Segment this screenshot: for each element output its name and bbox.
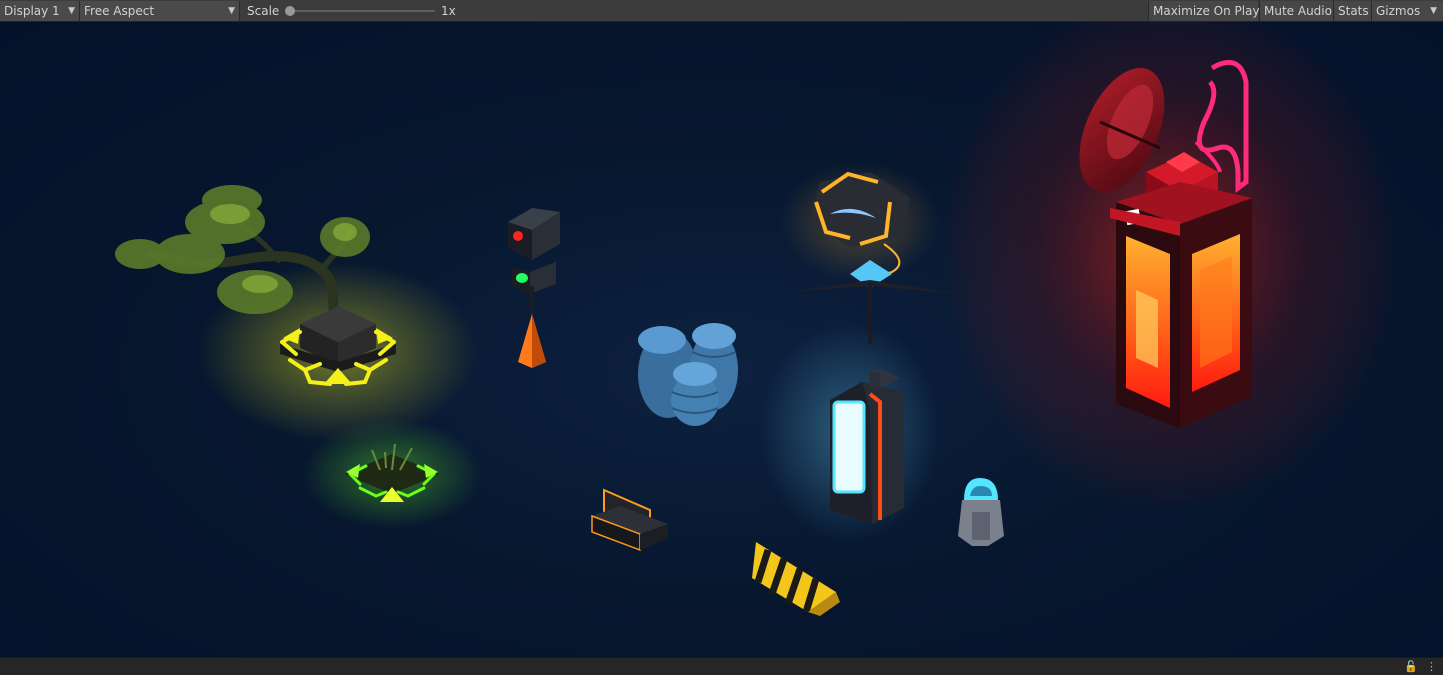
game-view-toolbar: Display 1 ▼ Free Aspect ▼ Scale 1x Maxim… (0, 0, 1443, 22)
aspect-dropdown[interactable]: Free Aspect ▼ (80, 1, 240, 21)
display-dropdown-caret-icon: ▼ (68, 6, 75, 16)
scale-slider-thumb[interactable] (285, 6, 295, 16)
bench-object (591, 488, 668, 552)
kebab-menu-icon[interactable]: ⋮ (1426, 659, 1437, 675)
gizmos-caret-icon: ▼ (1430, 6, 1437, 16)
stats-button[interactable]: Stats (1333, 1, 1371, 21)
barrels-object (638, 323, 738, 426)
traffic-light-object (508, 208, 560, 368)
gizmos-label: Gizmos (1376, 4, 1421, 18)
game-viewport[interactable] (0, 22, 1443, 657)
striped-barrier-object (752, 542, 840, 616)
scale-value: 1x (441, 4, 456, 18)
display-label: Display 1 (4, 4, 60, 18)
scene-render (115, 22, 1400, 616)
scale-slider-track[interactable] (290, 10, 435, 12)
aspect-label: Free Aspect (84, 4, 155, 18)
aspect-dropdown-caret-icon: ▼ (228, 6, 235, 16)
lock-icon[interactable]: 🔓 (1404, 659, 1418, 675)
gizmos-button[interactable]: Gizmos ▼ (1371, 1, 1443, 21)
scale-label: Scale (247, 4, 280, 18)
display-dropdown[interactable]: Display 1 ▼ (0, 1, 80, 21)
statusbar: 🔓 ⋮ (0, 657, 1443, 675)
mute-audio-button[interactable]: Mute Audio (1259, 1, 1333, 21)
maximize-on-play-button[interactable]: Maximize On Play (1148, 1, 1260, 21)
small-robot-object (958, 478, 1004, 546)
